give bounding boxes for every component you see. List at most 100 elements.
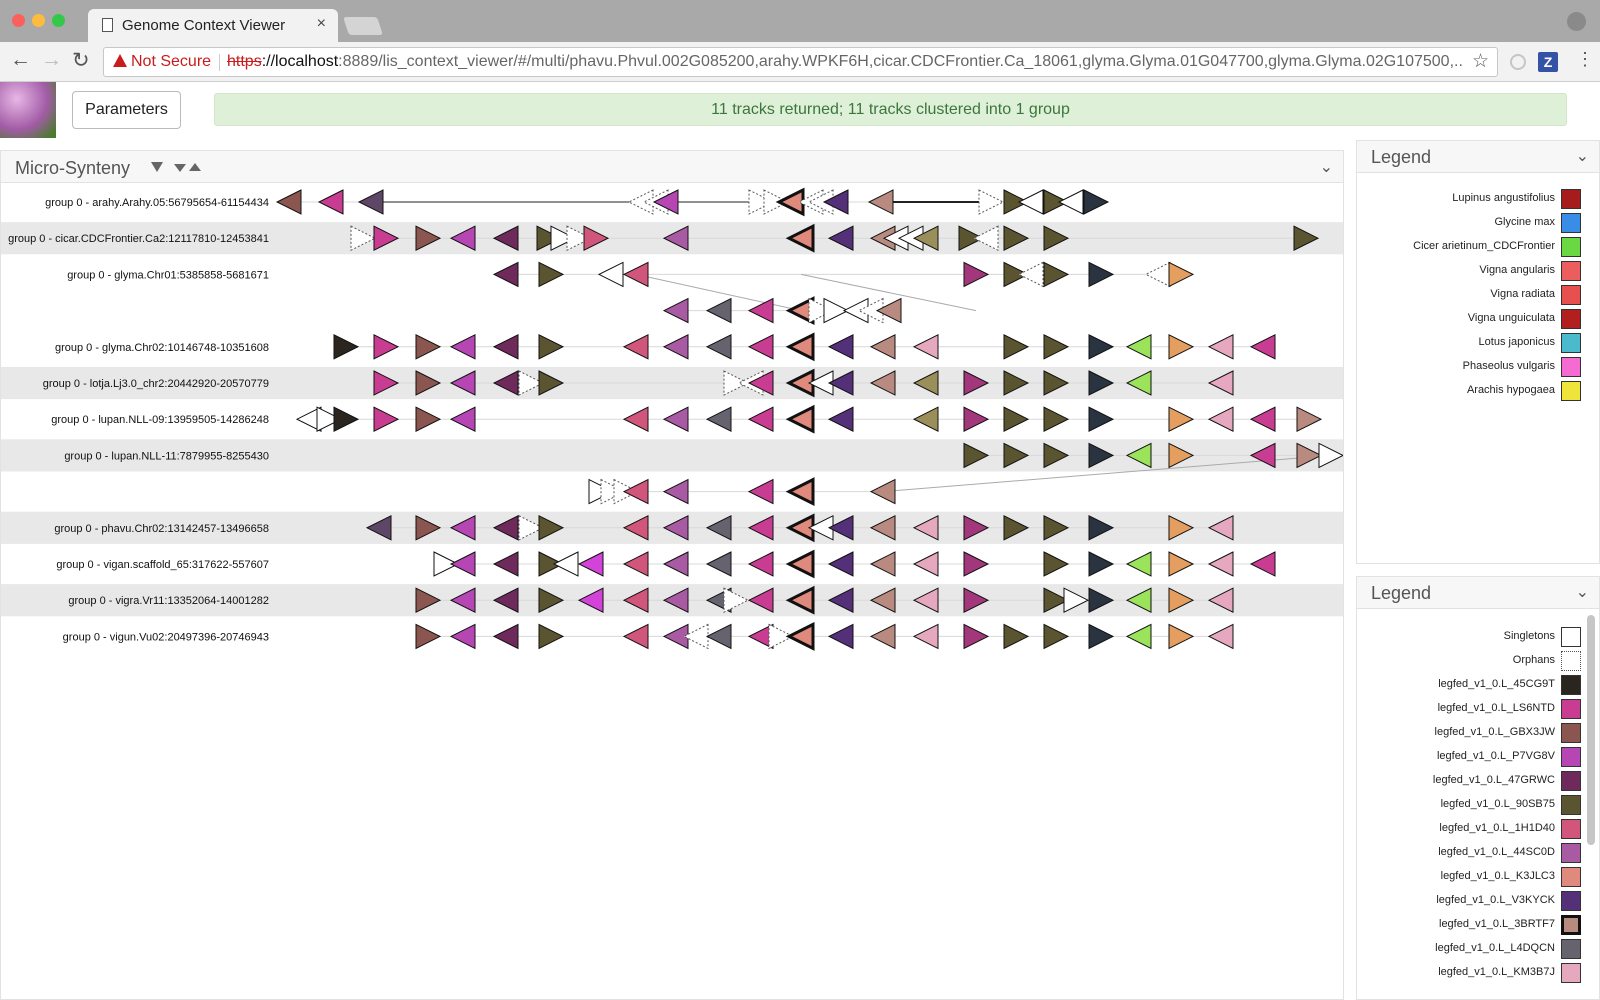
- gene-triangle[interactable]: [449, 333, 476, 360]
- gene-triangle[interactable]: [963, 406, 990, 433]
- gene-triangle[interactable]: [1207, 551, 1234, 577]
- gene-triangle[interactable]: [415, 333, 442, 360]
- chevron-down-icon[interactable]: ⌄: [1320, 157, 1333, 177]
- url-text[interactable]: https://localhost:8889/lis_context_viewe…: [227, 53, 1462, 71]
- track-label[interactable]: group 0 - vigan.scaffold_65:317622-55760…: [56, 559, 269, 571]
- gene-triangle[interactable]: [662, 478, 689, 505]
- gene-triangle[interactable]: [785, 477, 815, 507]
- gene-triangle[interactable]: [449, 551, 476, 577]
- gene-triangle[interactable]: [747, 551, 774, 577]
- gene-triangle[interactable]: [867, 189, 894, 215]
- filter-icon[interactable]: [151, 162, 163, 172]
- track-label[interactable]: group 0 - phavu.Chr02:13142457-13496658: [54, 523, 269, 535]
- gene-triangle[interactable]: [1017, 189, 1044, 215]
- back-arrow-icon[interactable]: ←: [10, 48, 31, 72]
- gene-triangle[interactable]: [1043, 261, 1070, 288]
- close-window-button[interactable]: [12, 14, 25, 27]
- gene-triangle[interactable]: [357, 189, 384, 215]
- reload-icon[interactable]: ↻: [72, 48, 90, 73]
- sort-down-icon[interactable]: [174, 164, 186, 172]
- forward-arrow-icon[interactable]: →: [41, 48, 62, 72]
- gene-triangle[interactable]: [1168, 406, 1195, 433]
- new-tab-button[interactable]: [343, 17, 383, 35]
- gene-triangle[interactable]: [597, 261, 624, 288]
- gene-triangle[interactable]: [317, 189, 344, 215]
- gene-triangle[interactable]: [1125, 551, 1152, 577]
- gene-triangle[interactable]: [1168, 623, 1195, 650]
- gene-triangle[interactable]: [1207, 406, 1234, 433]
- gene-triangle[interactable]: [963, 551, 990, 577]
- legend-scrollbar[interactable]: [1587, 615, 1595, 845]
- gene-triangle[interactable]: [1144, 261, 1171, 288]
- gene-triangle[interactable]: [449, 406, 476, 433]
- gene-triangle[interactable]: [1168, 261, 1195, 288]
- chevron-down-icon[interactable]: ⌄: [1576, 146, 1589, 166]
- gene-triangle[interactable]: [1088, 406, 1115, 433]
- star-icon[interactable]: ☆: [1472, 50, 1489, 73]
- gene-triangle[interactable]: [1249, 551, 1276, 577]
- address-bar[interactable]: Not Secure https://localhost:8889/lis_co…: [103, 47, 1498, 77]
- kebab-menu-icon[interactable]: ⋮: [1576, 49, 1594, 70]
- gene-triangle[interactable]: [415, 623, 442, 650]
- gene-triangle[interactable]: [1168, 333, 1195, 360]
- gene-triangle[interactable]: [1043, 406, 1070, 433]
- track-label[interactable]: group 0 - lupan.NLL-11:7879955-8255430: [64, 450, 269, 462]
- gene-triangle[interactable]: [373, 333, 400, 360]
- micro-synteny-viewer[interactable]: group 0 - arahy.Arahy.05:56795654-611544…: [1, 151, 1343, 999]
- gene-triangle[interactable]: [705, 406, 732, 433]
- gene-triangle[interactable]: [577, 551, 604, 577]
- chevron-down-icon[interactable]: ⌄: [1576, 582, 1589, 602]
- gene-triangle[interactable]: [827, 406, 854, 433]
- gene-triangle[interactable]: [492, 551, 519, 577]
- gene-triangle[interactable]: [1043, 623, 1070, 650]
- gene-triangle[interactable]: [373, 406, 400, 433]
- gene-triangle[interactable]: [1088, 261, 1115, 288]
- gene-triangle[interactable]: [622, 333, 649, 360]
- gene-triangle[interactable]: [827, 333, 854, 360]
- minimize-window-button[interactable]: [32, 14, 45, 27]
- gene-triangle[interactable]: [622, 623, 649, 650]
- gene-triangle[interactable]: [869, 551, 896, 577]
- gene-triangle[interactable]: [552, 551, 579, 577]
- track-label[interactable]: group 0 - lotja.Lj3.0_chr2:20442920-2057…: [43, 378, 269, 390]
- gene-triangle[interactable]: [827, 551, 854, 577]
- gene-triangle[interactable]: [1083, 189, 1110, 215]
- gene-triangle[interactable]: [1249, 333, 1276, 360]
- gene-triangle[interactable]: [705, 623, 732, 650]
- gene-triangle[interactable]: [1017, 261, 1044, 288]
- gene-triangle[interactable]: [1057, 189, 1084, 215]
- gene-triangle[interactable]: [963, 623, 990, 650]
- gene-triangle[interactable]: [622, 551, 649, 577]
- sort-up-icon[interactable]: [189, 163, 201, 171]
- track-label[interactable]: group 0 - vigra.Vr11:13352064-14001282: [68, 595, 269, 607]
- gene-triangle[interactable]: [538, 623, 565, 650]
- gene-triangle[interactable]: [705, 297, 732, 324]
- browser-tab[interactable]: Genome Context Viewer ×: [88, 9, 338, 42]
- track-label[interactable]: group 0 - glyma.Chr02:10146748-10351608: [55, 342, 269, 354]
- gene-triangle[interactable]: [333, 406, 360, 433]
- extension-icon[interactable]: [1510, 54, 1526, 70]
- gene-triangle[interactable]: [869, 333, 896, 360]
- gene-triangle[interactable]: [662, 333, 689, 360]
- gene-triangle[interactable]: [869, 478, 896, 505]
- gene-triangle[interactable]: [662, 406, 689, 433]
- gene-triangle[interactable]: [785, 549, 815, 579]
- tab-close-icon[interactable]: ×: [317, 15, 326, 33]
- gene-triangle[interactable]: [705, 333, 732, 360]
- gene-triangle[interactable]: [1207, 333, 1234, 360]
- gene-triangle[interactable]: [1043, 551, 1070, 577]
- gene-triangle[interactable]: [1003, 333, 1030, 360]
- gene-triangle[interactable]: [622, 261, 649, 288]
- gene-triangle[interactable]: [275, 189, 302, 215]
- gene-triangle[interactable]: [1296, 406, 1323, 433]
- gene-triangle[interactable]: [538, 261, 565, 288]
- track-label[interactable]: group 0 - glyma.Chr01:5385858-5681671: [67, 269, 269, 281]
- gene-triangle[interactable]: [912, 623, 939, 650]
- gene-triangle[interactable]: [785, 621, 815, 651]
- track-label[interactable]: group 0 - vigun.Vu02:20497396-20746943: [63, 631, 269, 643]
- gene-triangle[interactable]: [1168, 551, 1195, 577]
- gene-triangle[interactable]: [912, 551, 939, 577]
- gene-triangle[interactable]: [1088, 551, 1115, 577]
- gene-triangle[interactable]: [492, 333, 519, 360]
- profile-avatar-icon[interactable]: [1567, 12, 1586, 31]
